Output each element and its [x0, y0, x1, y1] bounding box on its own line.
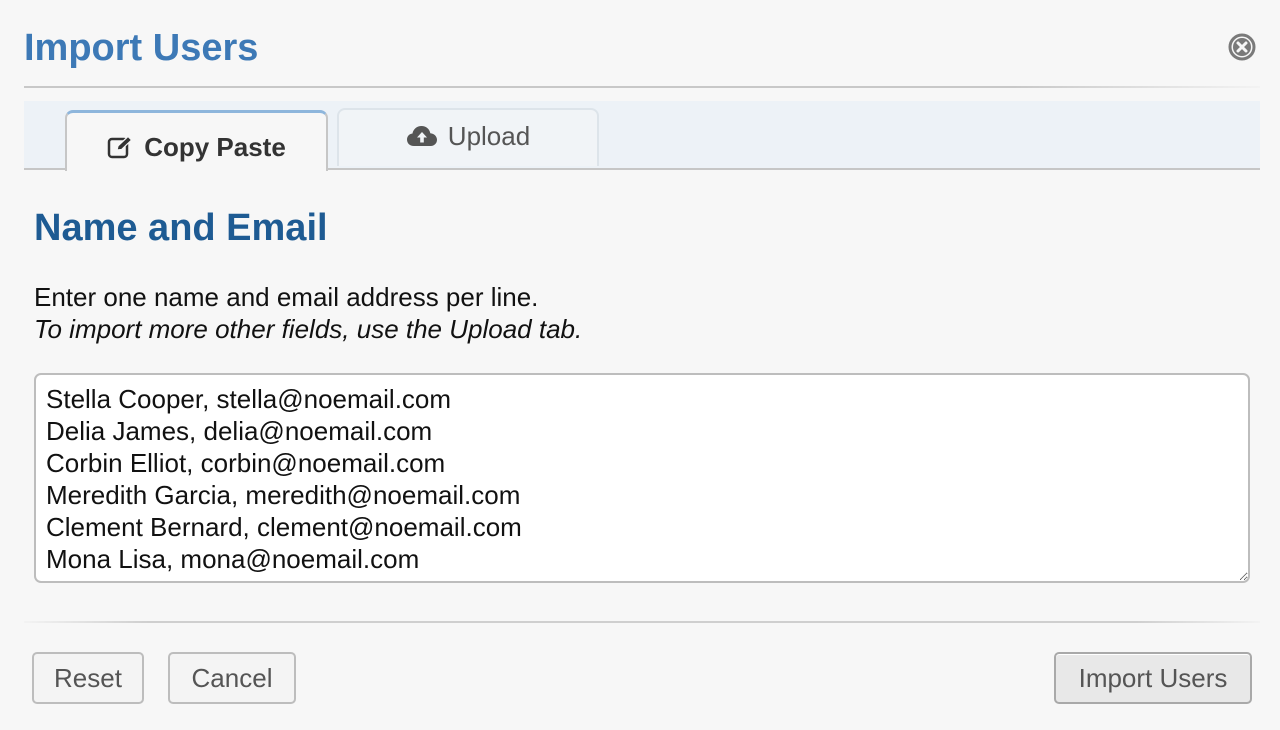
import-users-button[interactable]: Import Users	[1054, 652, 1252, 704]
edit-icon	[107, 135, 133, 159]
footer-divider	[24, 621, 1260, 623]
cancel-button[interactable]: Cancel	[168, 652, 296, 704]
instruction-text: Enter one name and email address per lin…	[34, 282, 539, 312]
cloud-upload-icon	[406, 126, 437, 146]
title-divider	[24, 86, 1260, 88]
close-icon[interactable]	[1227, 32, 1257, 62]
tab-upload[interactable]: Upload	[337, 108, 599, 166]
dialog-title: Import Users	[24, 27, 259, 69]
tab-copy-paste[interactable]: Copy Paste	[65, 110, 328, 171]
section-heading: Name and Email	[34, 207, 328, 249]
reset-button[interactable]: Reset	[32, 652, 144, 704]
tab-upload-label: Upload	[447, 120, 531, 151]
users-textarea[interactable]	[34, 373, 1250, 583]
tab-bar: Copy Paste Upload	[24, 101, 1260, 171]
tab-copy-paste-label: Copy Paste	[144, 131, 286, 162]
upload-hint-text: To import more other fields, use the Upl…	[34, 314, 583, 344]
